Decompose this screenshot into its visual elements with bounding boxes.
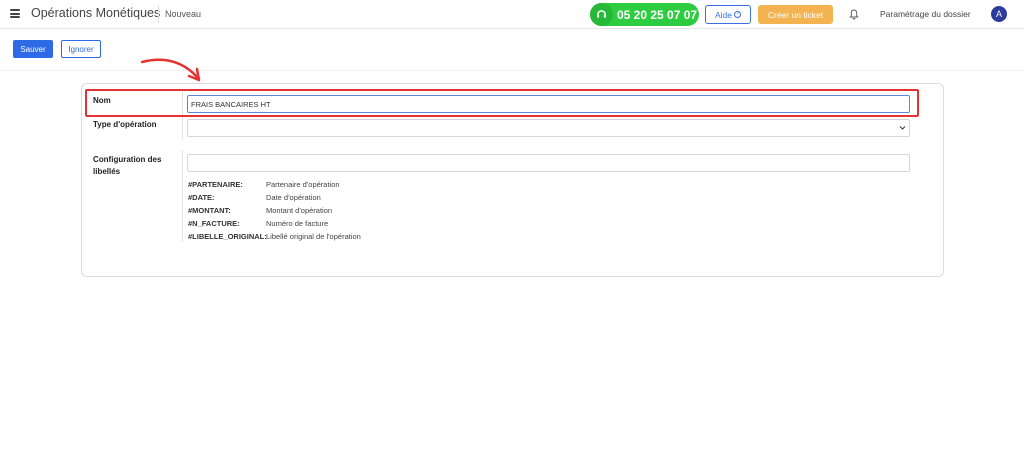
- annotation-arrow-icon: [140, 58, 201, 82]
- token-description: Numéro de facture: [266, 219, 329, 228]
- bell-icon[interactable]: [849, 9, 859, 20]
- headset-icon: [590, 3, 613, 26]
- token-description: Partenaire d'opération: [266, 180, 340, 189]
- create-ticket-button[interactable]: Créer un ticket: [758, 5, 833, 24]
- app-title: Opérations Monétiques: [31, 6, 161, 20]
- token-name: #DATE:: [188, 193, 215, 202]
- token-description: Montant d'opération: [266, 206, 333, 215]
- ignore-button[interactable]: Ignorer: [61, 40, 101, 58]
- support-phone-badge[interactable]: 05 20 25 07 07: [590, 3, 699, 26]
- token-name: #LIBELLE_ORIGINAL:: [188, 232, 267, 241]
- question-circle-icon: ?: [734, 11, 741, 18]
- support-phone-number: 05 20 25 07 07: [617, 7, 698, 22]
- highlight-box: [85, 89, 919, 117]
- type-operation-label: Type d'opération: [93, 120, 157, 129]
- token-description: Libellé original de l'opération: [266, 232, 361, 241]
- folder-settings-link[interactable]: Paramétrage du dossier: [880, 9, 971, 19]
- token-name: #PARTENAIRE:: [188, 180, 243, 189]
- config-divider: [182, 150, 183, 242]
- avatar[interactable]: A: [991, 6, 1007, 22]
- top-bar: Opérations Monétiques Nouveau 05 20 25 0…: [0, 0, 1024, 29]
- token-name: #MONTANT:: [188, 206, 231, 215]
- chevron-down-icon: [899, 126, 906, 130]
- title-divider: [158, 5, 159, 23]
- config-input[interactable]: [187, 154, 910, 172]
- menu-icon[interactable]: [10, 9, 20, 18]
- token-name: #N_FACTURE:: [188, 219, 240, 228]
- breadcrumb: Nouveau: [165, 9, 202, 19]
- help-button[interactable]: Aide?: [705, 5, 751, 24]
- type-operation-select[interactable]: [187, 119, 910, 137]
- config-label-line1: Configuration des: [93, 155, 162, 164]
- save-button[interactable]: Sauver: [13, 40, 53, 58]
- token-description: Date d'opération: [266, 193, 321, 202]
- help-label: Aide: [714, 9, 732, 20]
- config-label-line2: libellés: [93, 167, 121, 176]
- type-divider: [182, 117, 183, 139]
